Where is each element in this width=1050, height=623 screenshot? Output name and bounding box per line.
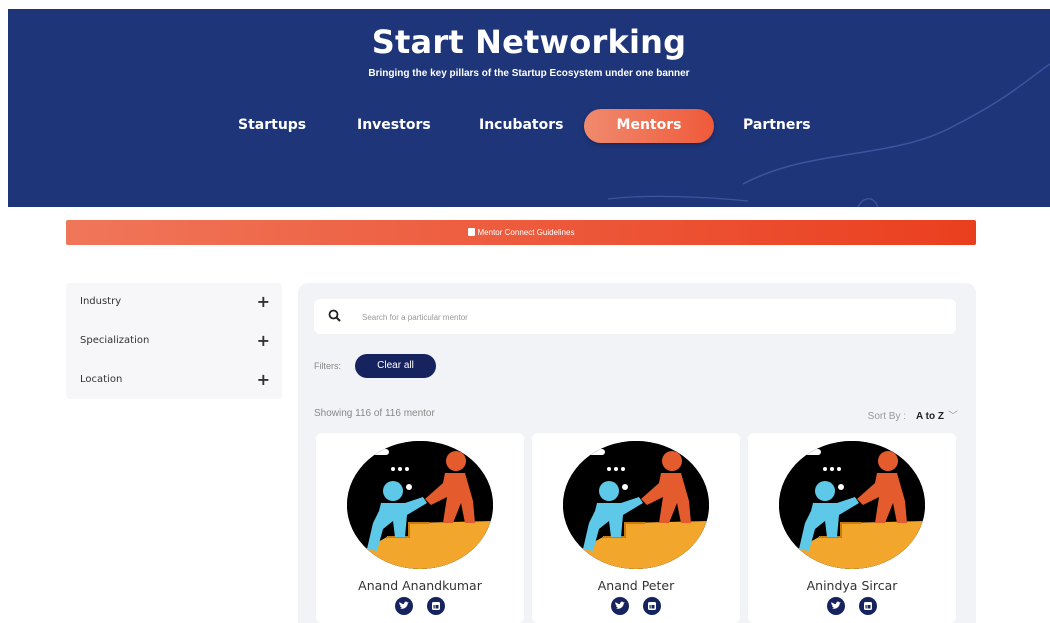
mentor-avatar: [563, 441, 709, 569]
search-input[interactable]: [362, 309, 922, 325]
guidelines-label: Mentor Connect Guidelines: [477, 228, 575, 237]
plus-icon[interactable]: +: [257, 331, 270, 351]
search-icon: [328, 309, 341, 322]
social-links: [532, 597, 740, 615]
sort-dropdown[interactable]: Sort By : A to Z ﹀: [868, 407, 958, 422]
page-title: Start Networking: [371, 23, 687, 61]
mentor-card[interactable]: Anindya Sircar: [748, 433, 956, 623]
mentor-avatar: [779, 441, 925, 569]
mentor-list-panel: Filters: Clear all Showing 116 of 116 me…: [298, 283, 976, 623]
twitter-icon[interactable]: [610, 597, 629, 615]
results-count: Showing 116 of 116 mentor: [314, 408, 435, 419]
mentor-guidelines-button[interactable]: Mentor Connect Guidelines: [66, 220, 976, 245]
filter-specialization[interactable]: Specialization +: [80, 331, 270, 351]
twitter-icon[interactable]: [826, 597, 845, 615]
chevron-down-icon: ﹀: [948, 411, 958, 422]
mentor-card[interactable]: Anand Peter: [532, 433, 740, 623]
filter-sidebar: Industry + Specialization + Location +: [66, 283, 282, 399]
document-icon: [467, 228, 475, 236]
filters-label: Filters:: [314, 361, 341, 371]
mentor-name: Anand Anandkumar: [358, 578, 482, 593]
tab-investors[interactable]: Investors: [357, 109, 431, 143]
plus-icon[interactable]: +: [257, 292, 270, 312]
tab-incubators[interactable]: Incubators: [479, 109, 563, 143]
page-subtitle: Bringing the key pillars of the Startup …: [368, 68, 690, 79]
filter-label: Specialization: [80, 335, 150, 346]
category-tabs: Startups Investors Incubators Mentors Pa…: [8, 109, 1050, 143]
filter-industry[interactable]: Industry +: [80, 292, 270, 312]
linkedin-icon[interactable]: [427, 597, 446, 615]
search-bar: [314, 299, 956, 334]
tab-startups[interactable]: Startups: [238, 109, 306, 143]
filter-label: Industry: [80, 296, 122, 307]
mentor-card[interactable]: Anand Anandkumar: [316, 433, 524, 623]
mentor-name: Anindya Sircar: [806, 578, 898, 593]
filter-location[interactable]: Location +: [80, 370, 270, 390]
sort-label: Sort By :: [867, 411, 907, 422]
tab-mentors[interactable]: Mentors: [584, 109, 714, 143]
filter-label: Location: [80, 374, 123, 385]
clear-all-button[interactable]: Clear all: [355, 354, 436, 378]
tab-partners[interactable]: Partners: [743, 109, 811, 143]
hero-banner: Start Networking Bringing the key pillar…: [8, 9, 1050, 207]
twitter-icon[interactable]: [394, 597, 413, 615]
mentor-name: Anand Peter: [597, 578, 675, 593]
plus-icon[interactable]: +: [257, 370, 270, 390]
social-links: [748, 597, 956, 615]
linkedin-icon[interactable]: [643, 597, 662, 615]
linkedin-icon[interactable]: [859, 597, 878, 615]
mentor-avatar: [347, 441, 493, 569]
sort-value: A to Z: [916, 411, 944, 422]
social-links: [316, 597, 524, 615]
